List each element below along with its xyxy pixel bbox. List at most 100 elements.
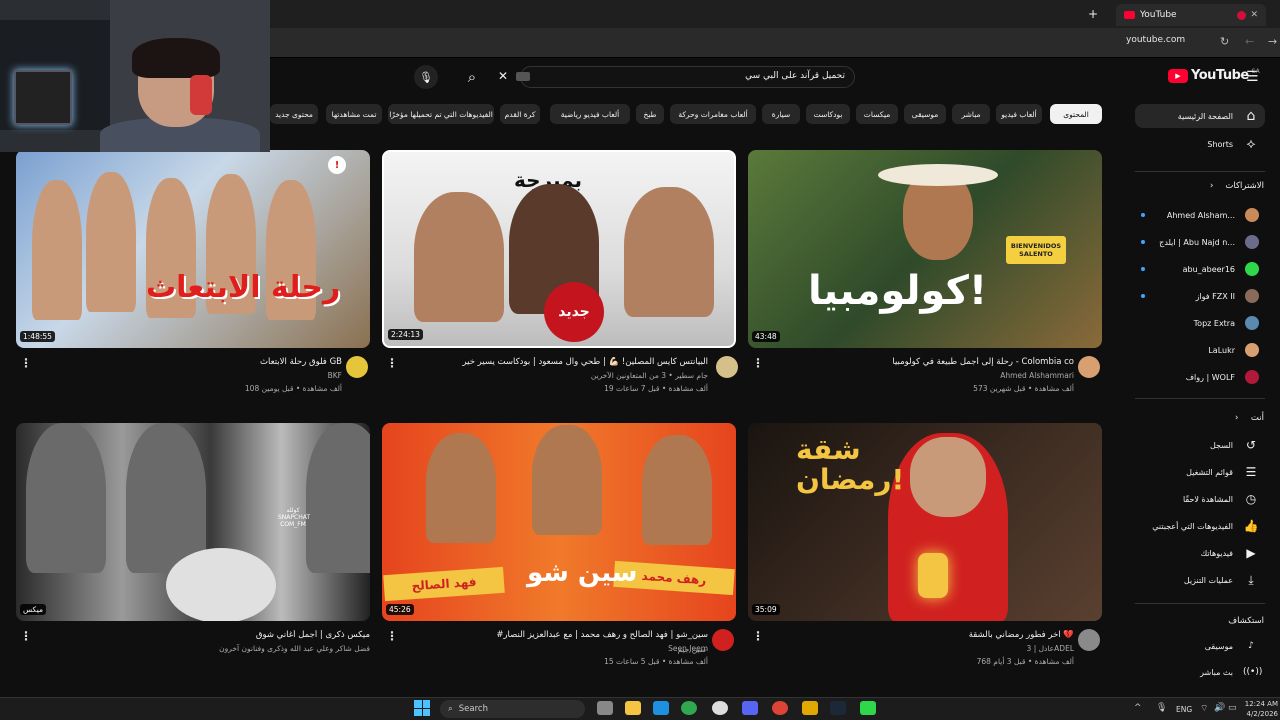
channel-avatar[interactable] — [346, 356, 368, 378]
chip-5[interactable]: بودكاست — [806, 104, 850, 124]
chip-7[interactable]: ألعاب مغامرات وحركة — [670, 104, 756, 124]
channel-avatar[interactable] — [712, 629, 734, 651]
channel-avatar[interactable] — [1078, 356, 1100, 378]
webcam-overlay — [0, 0, 270, 152]
video-thumbnail[interactable]: بمبرجة جديد 2:24:13 — [382, 150, 736, 348]
more-options-icon[interactable]: ⋮ — [752, 629, 764, 643]
forward-icon[interactable]: → — [1268, 35, 1277, 48]
subscription-item[interactable]: Topz Extra — [1135, 312, 1265, 334]
chip-2[interactable]: مباشر — [952, 104, 990, 124]
chip-9[interactable]: ألعاب فيديو رياضية — [550, 104, 630, 124]
sidebar-item-history[interactable]: السجل ↺ — [1135, 433, 1265, 457]
subscription-item[interactable]: abu_abeer16 — [1135, 258, 1265, 280]
taskbar-search[interactable]: ⌕ Search — [440, 700, 585, 718]
chip-10[interactable]: كرة القدم — [500, 104, 540, 124]
thumbnail-person — [642, 435, 712, 545]
subscription-item[interactable]: Ahmed Alsham... — [1135, 204, 1265, 226]
mic-tray-icon[interactable]: 🎙 — [1156, 703, 1167, 713]
discord-icon[interactable] — [742, 701, 758, 715]
channel-avatar[interactable] — [1078, 629, 1100, 651]
battery-icon[interactable]: ▭ — [1228, 703, 1237, 713]
chevron-right-icon: › — [1210, 181, 1214, 191]
close-tab-icon[interactable]: ✕ — [1250, 10, 1258, 20]
sidebar-item-like[interactable]: الفيديوهات التي أعجبتني 👍 — [1135, 514, 1265, 538]
sidebar-item-clock[interactable]: المشاهدة لاحقًا ◷ — [1135, 487, 1265, 511]
video-thumbnail[interactable]: كولله SNAPCHAT COM_FM ميكس — [16, 423, 370, 621]
subscriptions-heading[interactable]: الاشتراكات › — [1140, 181, 1264, 191]
video-thumbnail[interactable]: فهد الصالح رهف محمد سين شو 45:26 — [382, 423, 736, 621]
tray-arrow-icon[interactable]: ^ — [1134, 703, 1142, 713]
browser-tab-youtube[interactable]: YouTube ✕ — [1116, 4, 1266, 26]
chip-4[interactable]: ميكسات — [856, 104, 898, 124]
more-options-icon[interactable]: ⋮ — [386, 356, 398, 370]
sidebar-item-live[interactable]: بث مباشر ((•)) — [1135, 660, 1265, 684]
sidebar-item-shorts[interactable]: Shorts ⟡ — [1135, 132, 1265, 156]
clock[interactable]: 12:24 AM 4/2/2026 — [1240, 699, 1278, 719]
search-input[interactable]: تحميل قرآند على البي سي — [740, 71, 845, 81]
clear-search-icon[interactable]: ✕ — [498, 69, 508, 83]
you-heading[interactable]: › أنت — [1140, 413, 1264, 423]
windows-start-icon[interactable] — [414, 700, 430, 716]
reload-icon[interactable]: ↻ — [1220, 35, 1229, 48]
chip-0[interactable]: المحتوى — [1050, 104, 1102, 124]
url-text[interactable]: youtube.com — [1126, 35, 1185, 45]
file-explorer-icon[interactable] — [625, 701, 641, 715]
chip-12[interactable]: تمت مشاهدتها — [326, 104, 382, 124]
video-title[interactable]: فلوق رحلة الابتعاث GB — [22, 357, 342, 367]
channel-avatar — [1245, 370, 1259, 384]
language-indicator[interactable]: ENG — [1176, 705, 1192, 714]
video-title[interactable]: ميكس ذكرى | أجمل أغاني شوق — [50, 630, 370, 640]
more-options-icon[interactable]: ⋮ — [20, 356, 32, 370]
keyboard-icon[interactable] — [516, 72, 530, 81]
new-content-dot — [1141, 213, 1145, 217]
microphone-icon[interactable]: 🎙 — [414, 65, 438, 89]
chip-13[interactable]: محتوى جديد — [270, 104, 318, 124]
more-options-icon[interactable]: ⋮ — [386, 629, 398, 643]
channel-name[interactable]: جام سطير • 3 من المتعاونين الآخرين — [388, 371, 708, 380]
video-thumbnail[interactable]: BIENVENIDOS SALENTO كولومبيا! 43:48 — [748, 150, 1102, 348]
task-view-icon[interactable] — [597, 701, 613, 715]
more-options-icon[interactable]: ⋮ — [752, 356, 764, 370]
video-title[interactable]: #سين_شو | فهد الصالح و رهف محمد | مع عبد… — [388, 630, 708, 640]
channel-name[interactable]: BKF — [22, 371, 342, 380]
sidebar-item-music[interactable]: موسيقى ♪ — [1135, 634, 1265, 658]
chip-11[interactable]: الفيديوهات التي تم تحميلها مؤخرًا — [388, 104, 494, 124]
sidebar-item-video[interactable]: فيديوهاتك ▶ — [1135, 541, 1265, 565]
obs-icon[interactable] — [712, 701, 728, 715]
rockstar-icon[interactable] — [802, 701, 818, 715]
store-icon[interactable] — [653, 701, 669, 715]
subscription-item[interactable]: فواز FZX II — [1135, 285, 1265, 307]
chrome-icon[interactable] — [772, 701, 788, 715]
channel-name[interactable]: عادل | 3ADEL — [754, 644, 1074, 653]
chip-6[interactable]: سيارة — [762, 104, 800, 124]
video-thumbnail[interactable]: شقة رمضان! 35:09 — [748, 423, 1102, 621]
app-icon[interactable] — [860, 701, 876, 715]
sidebar-item-download[interactable]: عمليات التنزيل ⤓ — [1135, 568, 1265, 592]
more-options-icon[interactable]: ⋮ — [20, 629, 32, 643]
video-title[interactable]: رحلة إلى أجمل طبيعة في كولومبيا - Colomb… — [754, 357, 1074, 367]
thumbnail-sign: BIENVENIDOS SALENTO — [1006, 236, 1066, 264]
back-icon[interactable]: ← — [1245, 35, 1254, 48]
video-title[interactable]: اخر فطور رمضاني بالشقة 💔 — [754, 630, 1074, 640]
channel-avatar[interactable] — [716, 356, 738, 378]
subscription-item[interactable]: رواف | WOLF — [1135, 366, 1265, 388]
sidebar-item-playlist[interactable]: قوائم التشغيل ☰ — [1135, 460, 1265, 484]
video-title[interactable]: البيانتس كايس المصلين! 💪🏻 | طحي وآل مسعو… — [388, 357, 708, 367]
youtube-logo[interactable]: ▶ YouTube SA — [1168, 68, 1260, 83]
volume-icon[interactable]: 🔊 — [1214, 703, 1225, 713]
search-icon[interactable]: ⌕ — [456, 64, 488, 90]
channel-name[interactable]: Ahmed Alshammari — [754, 371, 1074, 380]
edge-icon[interactable] — [681, 701, 697, 715]
subscription-item[interactable]: LaLukr — [1135, 339, 1265, 361]
sidebar-item-home[interactable]: الصفحة الرئيسية ⌂ — [1135, 104, 1265, 128]
chip-1[interactable]: ألعاب فيديو — [996, 104, 1042, 124]
subscription-item[interactable]: ايلدج | Abu Najd n... — [1135, 231, 1265, 253]
video-thumbnail[interactable]: ! رحلة الابتعاث 1:48:55 — [16, 150, 370, 348]
chip-8[interactable]: طبخ — [636, 104, 664, 124]
thumbnail-person — [26, 423, 106, 573]
new-tab-button[interactable]: + — [1088, 7, 1098, 21]
steam-icon[interactable] — [830, 701, 846, 715]
network-icon[interactable]: ⌔ — [1200, 703, 1208, 714]
chip-3[interactable]: موسيقى — [904, 104, 946, 124]
channel-name[interactable]: فضل شاكر وعلي عبد الله وذكرى وفنانون آخر… — [50, 644, 370, 653]
